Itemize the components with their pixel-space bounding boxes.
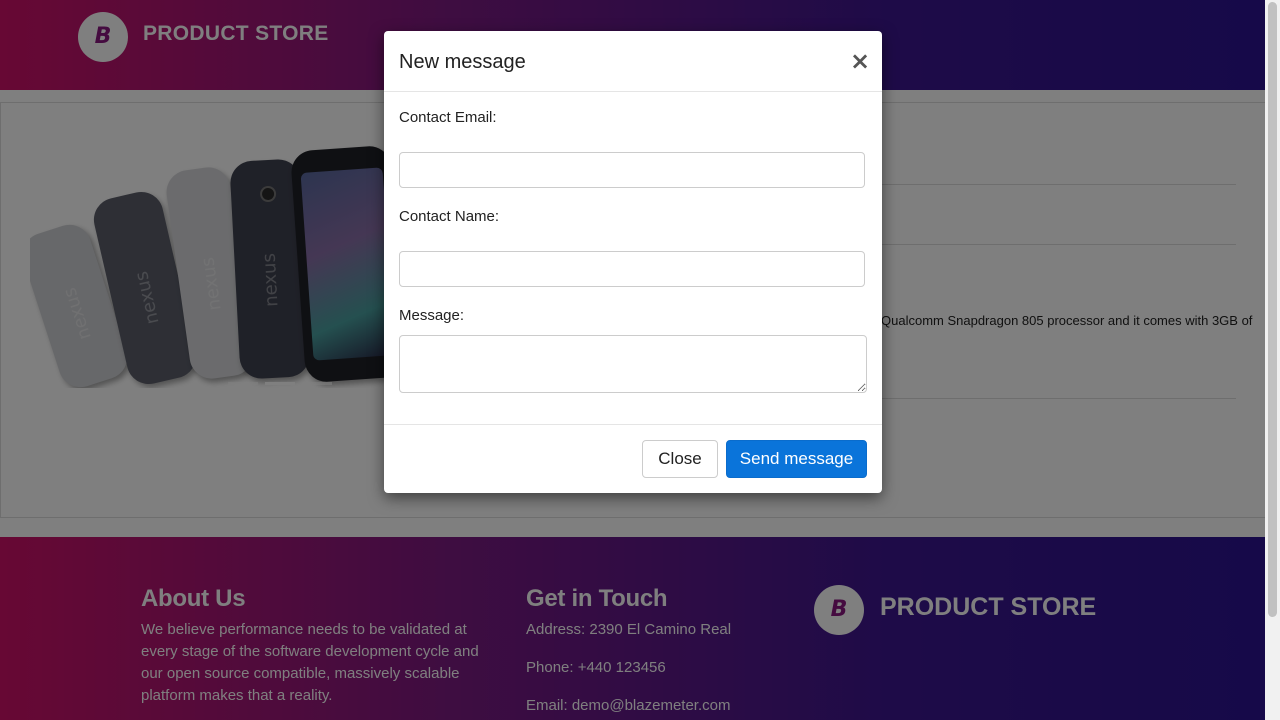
send-message-button[interactable]: Send message bbox=[726, 440, 867, 478]
modal-header: New message × bbox=[384, 31, 882, 92]
contact-email-field[interactable] bbox=[399, 152, 865, 188]
message-label: Message: bbox=[399, 307, 465, 324]
contact-name-label: Contact Name: bbox=[399, 208, 500, 225]
close-icon[interactable]: × bbox=[850, 49, 870, 73]
modal-title: New message bbox=[399, 51, 526, 73]
contact-name-field[interactable] bbox=[399, 251, 865, 287]
message-textarea[interactable] bbox=[399, 335, 867, 393]
modal-footer: Close Send message bbox=[384, 424, 882, 494]
close-button[interactable]: Close bbox=[642, 440, 718, 478]
contact-email-label: Contact Email: bbox=[399, 109, 497, 126]
new-message-modal: New message × Contact Email: Contact Nam… bbox=[384, 31, 882, 493]
scrollbar-thumb[interactable] bbox=[1268, 2, 1277, 617]
